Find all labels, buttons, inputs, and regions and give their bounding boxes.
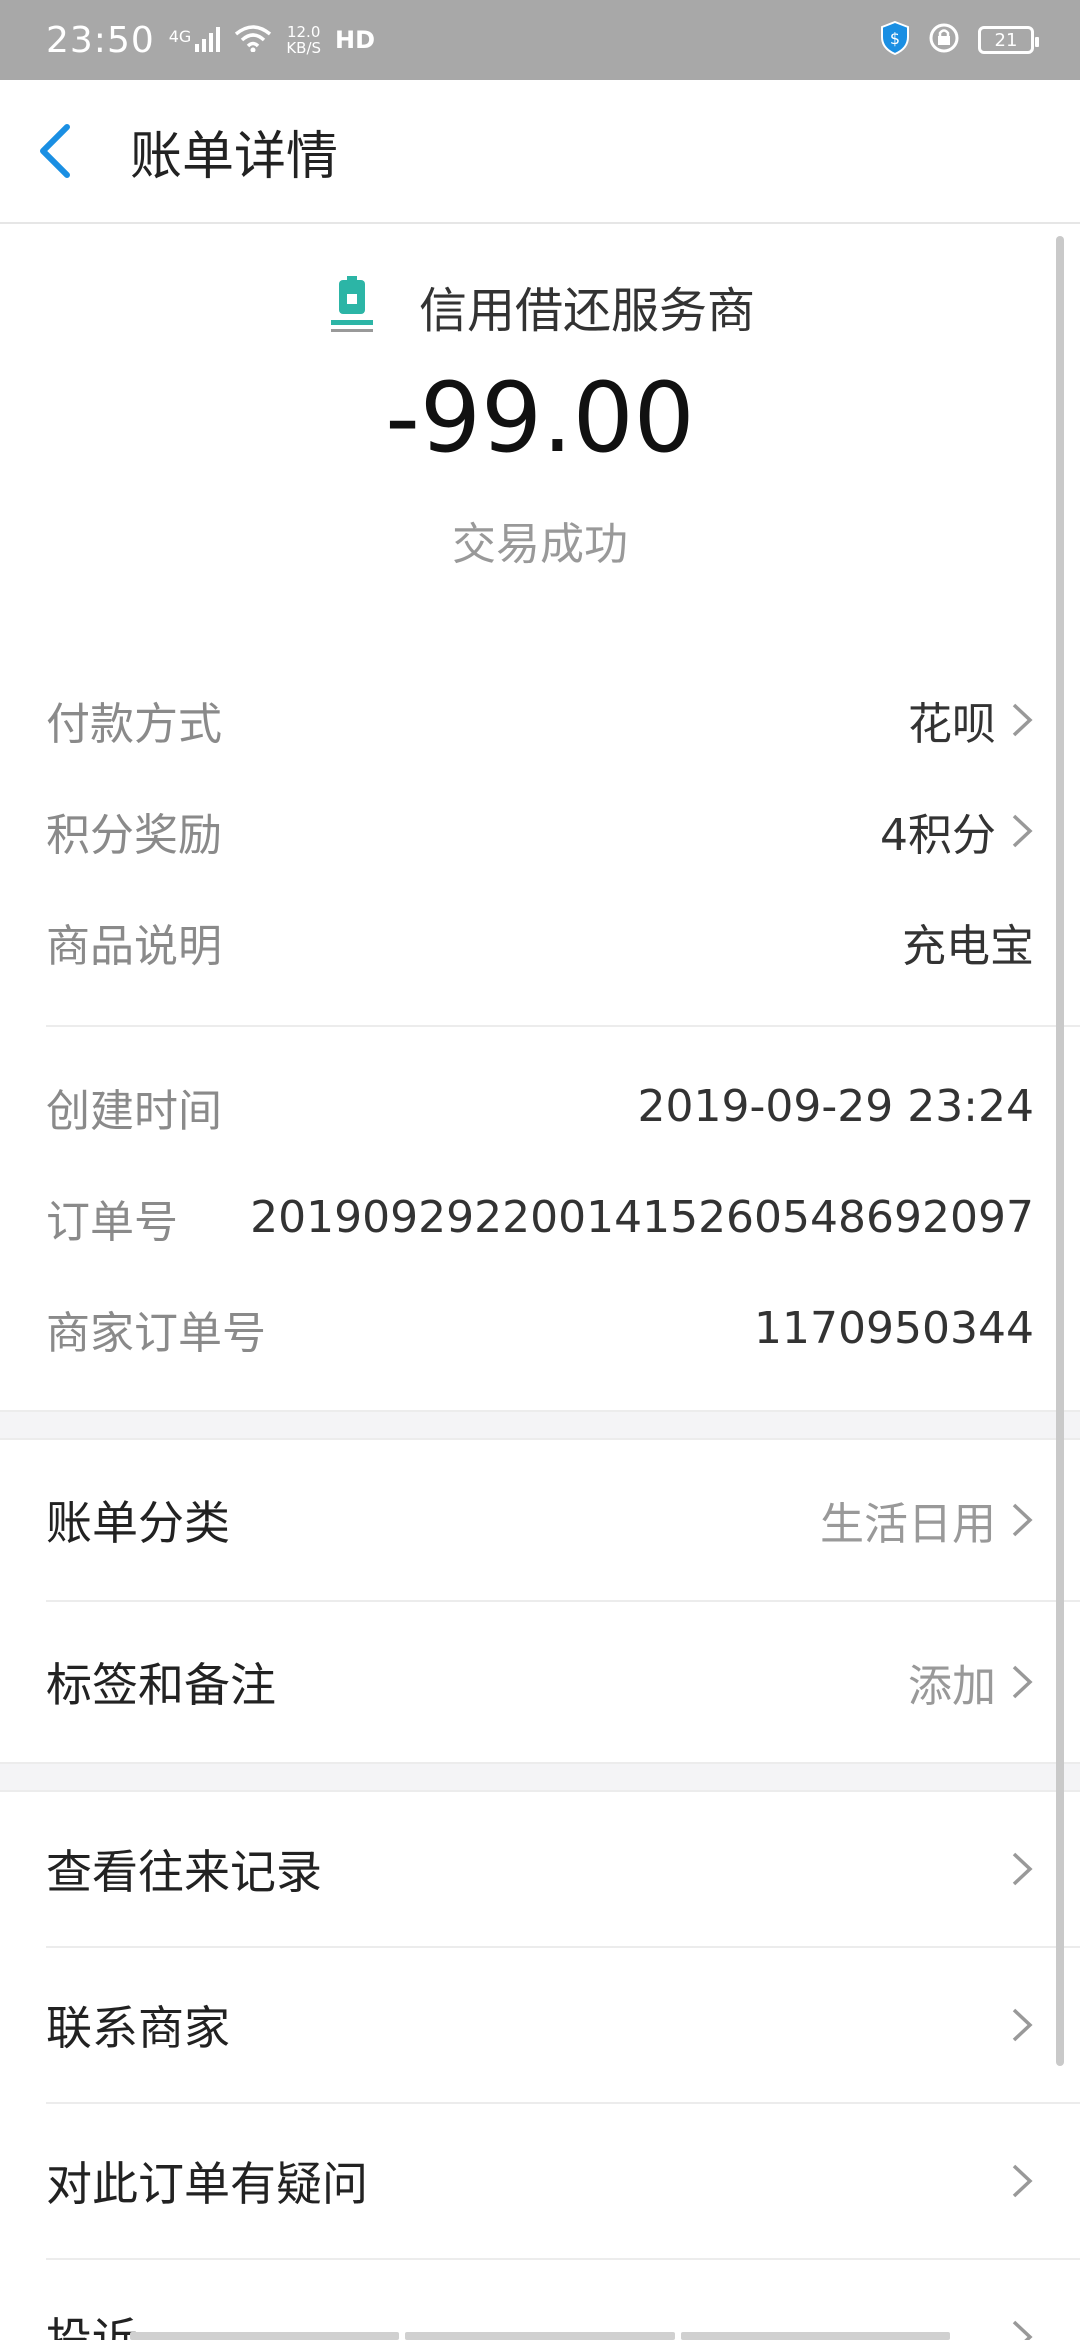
chevron-right-icon: [1012, 1503, 1033, 1537]
order-number-row: 订单号 2019092922001415260548692097: [0, 1162, 1080, 1273]
menu-label: 联系商家: [46, 2001, 230, 2055]
back-button[interactable]: [0, 79, 110, 223]
section-gap: [0, 1762, 1080, 1792]
shield-icon: $: [880, 20, 910, 59]
menu-label: 账单分类: [46, 1496, 230, 1550]
speed-value: 12.0: [286, 23, 321, 41]
signal-icon: 4G: [169, 27, 221, 53]
hd-icon: HD: [335, 26, 376, 54]
status-bar: 23:50 4G 12.0 KB/S HD $ 21: [0, 0, 1080, 80]
network-type: 4G: [168, 27, 192, 46]
contact-merchant-row[interactable]: 联系商家: [0, 1948, 1080, 2102]
status-right: $ 21: [880, 20, 1039, 59]
bill-category-row[interactable]: 账单分类 生活日用: [0, 1440, 1080, 1600]
status-time: 23:50: [46, 19, 155, 61]
created-time-row: 创建时间 2019-09-29 23:24: [0, 1051, 1080, 1162]
order-details-section: 创建时间 2019-09-29 23:24 订单号 20190929220014…: [0, 1051, 1080, 1410]
bottom-bar-segment: [680, 2332, 950, 2340]
tags-notes-row[interactable]: 标签和备注 添加: [0, 1602, 1080, 1762]
network-speed: 12.0 KB/S: [286, 24, 321, 56]
points-reward-row[interactable]: 积分奖励 4积分: [0, 775, 1080, 886]
chevron-right-icon: [1012, 2008, 1033, 2042]
info-value: 1170950344: [754, 1303, 1034, 1354]
chevron-right-icon: [1012, 814, 1033, 847]
info-value-text: 花呗: [908, 698, 996, 750]
chevron-right-icon: [1012, 2320, 1033, 2340]
info-value: 花呗: [908, 688, 1034, 752]
actions-section: 查看往来记录 联系商家 对此订单有疑问 投诉: [0, 1792, 1080, 2340]
menu-label: 投诉: [46, 2313, 138, 2340]
payment-method-row[interactable]: 付款方式 花呗: [0, 664, 1080, 775]
payment-info-section: 付款方式 花呗 积分奖励 4积分 商品说明 充电宝: [0, 664, 1080, 997]
battery-icon: 21: [978, 26, 1039, 54]
bottom-bar-segment: [405, 2332, 675, 2340]
info-value: 2019-09-29 23:24: [637, 1081, 1035, 1132]
menu-value: 生活日用: [820, 1488, 1034, 1552]
menu-label: 查看往来记录: [46, 1845, 322, 1899]
section-gap: [0, 1410, 1080, 1440]
wifi-icon: [234, 24, 272, 56]
back-arrow-icon: [40, 124, 70, 178]
product-description-row: 商品说明 充电宝: [0, 886, 1080, 997]
section-divider: [46, 1025, 1080, 1027]
menu-value: 添加: [908, 1650, 1034, 1714]
info-value-text: 4积分: [880, 809, 996, 861]
chevron-right-icon: [1012, 1852, 1033, 1886]
transaction-amount: -99.00: [385, 362, 695, 474]
info-label: 积分奖励: [46, 809, 222, 861]
app-root: 23:50 4G 12.0 KB/S HD $ 21 账单详情 信用借还服务商 …: [0, 0, 1080, 2340]
chevron-right-icon: [1012, 703, 1033, 736]
page-title: 账单详情: [130, 126, 339, 187]
transaction-status: 交易成功: [452, 519, 628, 570]
chevron-right-icon: [1012, 1665, 1033, 1699]
order-question-row[interactable]: 对此订单有疑问: [0, 2104, 1080, 2258]
scrollbar[interactable]: [1056, 236, 1064, 2066]
speed-unit: KB/S: [286, 39, 322, 57]
chevron-right-icon: [1012, 2164, 1033, 2198]
svg-text:$: $: [890, 29, 900, 48]
menu-value-text: 添加: [908, 1661, 996, 1712]
complaint-row[interactable]: 投诉: [0, 2260, 1080, 2340]
info-label: 商家订单号: [46, 1307, 266, 1359]
info-label: 创建时间: [46, 1085, 222, 1137]
nav-bar: 账单详情: [0, 80, 1080, 224]
merchant-order-number-row: 商家订单号 1170950344: [0, 1273, 1080, 1384]
menu-value-text: 生活日用: [820, 1499, 996, 1550]
bill-settings-section: 账单分类 生活日用 标签和备注 添加: [0, 1440, 1080, 1762]
merchant-logo-icon: [325, 276, 379, 336]
info-label: 付款方式: [46, 698, 222, 750]
info-value: 2019092922001415260548692097: [250, 1192, 1034, 1243]
bottom-bar: [130, 2332, 950, 2340]
bill-detail-content: 信用借还服务商 -99.00 交易成功 付款方式 花呗 积分奖励 4积分 商品说…: [0, 226, 1080, 2340]
info-value: 充电宝: [902, 920, 1034, 972]
info-label: 商品说明: [46, 920, 222, 972]
view-records-row[interactable]: 查看往来记录: [0, 1792, 1080, 1946]
menu-label: 对此订单有疑问: [46, 2157, 368, 2211]
rotation-lock-icon: [928, 22, 960, 58]
info-value: 4积分: [880, 799, 1034, 863]
bottom-bar-segment: [130, 2332, 400, 2340]
merchant-name: 信用借还服务商: [418, 283, 755, 339]
info-label: 订单号: [46, 1196, 178, 1248]
menu-label: 标签和备注: [46, 1658, 276, 1712]
status-left: 23:50 4G 12.0 KB/S HD: [46, 20, 375, 61]
